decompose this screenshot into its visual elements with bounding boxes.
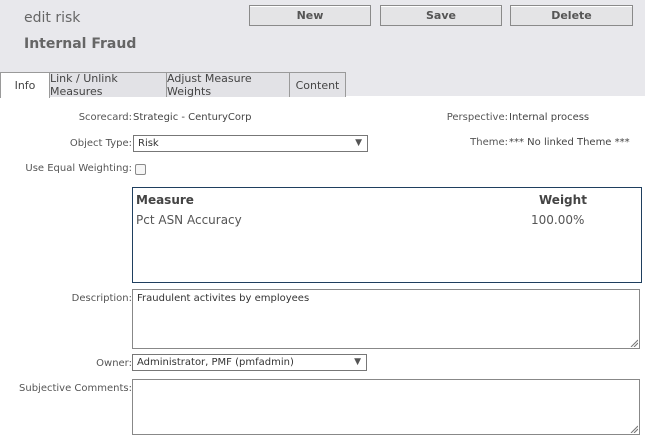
object-type-select[interactable]: Risk ▼	[133, 135, 368, 152]
weight-cell: 100.00%	[531, 213, 585, 227]
object-type-label: Object Type:	[69, 138, 132, 149]
dropdown-arrow-icon: ▼	[354, 357, 361, 367]
weight-column-header: Weight	[539, 193, 587, 207]
resize-grip-icon[interactable]	[630, 425, 638, 433]
description-value: Fraudulent activites by employees	[137, 293, 310, 304]
measure-cell: Pct ASN Accuracy	[136, 213, 242, 227]
new-button[interactable]: New	[249, 5, 371, 26]
equal-weighting-label: Use Equal Weighting:	[25, 163, 132, 174]
perspective-value: Internal process	[509, 112, 590, 123]
page-header: edit risk Internal Fraud New Save Delete…	[0, 0, 645, 98]
description-label: Description:	[71, 293, 132, 304]
subjective-comments-field[interactable]	[132, 379, 640, 435]
tab-info[interactable]: Info	[0, 72, 50, 98]
measure-column-header: Measure	[136, 193, 194, 207]
subjective-comments-label: Subjective Comments:	[19, 383, 132, 394]
measures-table: Measure Weight Pct ASN Accuracy 100.00%	[132, 187, 642, 283]
owner-select[interactable]: Administrator, PMF (pmfadmin) ▼	[132, 354, 367, 371]
tab-link-unlink-measures[interactable]: Link / Unlink Measures	[49, 72, 167, 98]
object-type-value: Risk	[138, 138, 159, 149]
tab-content[interactable]: Content	[289, 72, 346, 97]
scorecard-value: Strategic - CenturyCorp	[133, 112, 252, 123]
resize-grip-icon[interactable]	[630, 339, 638, 347]
owner-label: Owner:	[96, 358, 132, 369]
save-button[interactable]: Save	[380, 5, 502, 26]
scorecard-label: Scorecard:	[78, 112, 132, 123]
dropdown-arrow-icon: ▼	[355, 138, 362, 148]
owner-value: Administrator, PMF (pmfadmin)	[137, 357, 294, 368]
perspective-label: Perspective:	[446, 112, 508, 123]
page-subtitle: edit risk	[24, 10, 81, 26]
delete-button[interactable]: Delete	[510, 5, 633, 26]
theme-value: *** No linked Theme ***	[509, 137, 630, 148]
page-title: Internal Fraud	[24, 36, 137, 52]
description-field[interactable]: Fraudulent activites by employees	[132, 289, 640, 349]
equal-weighting-checkbox[interactable]	[135, 164, 146, 175]
theme-label: Theme:	[470, 137, 508, 148]
tab-adjust-measure-weights[interactable]: Adjust Measure Weights	[166, 72, 290, 98]
